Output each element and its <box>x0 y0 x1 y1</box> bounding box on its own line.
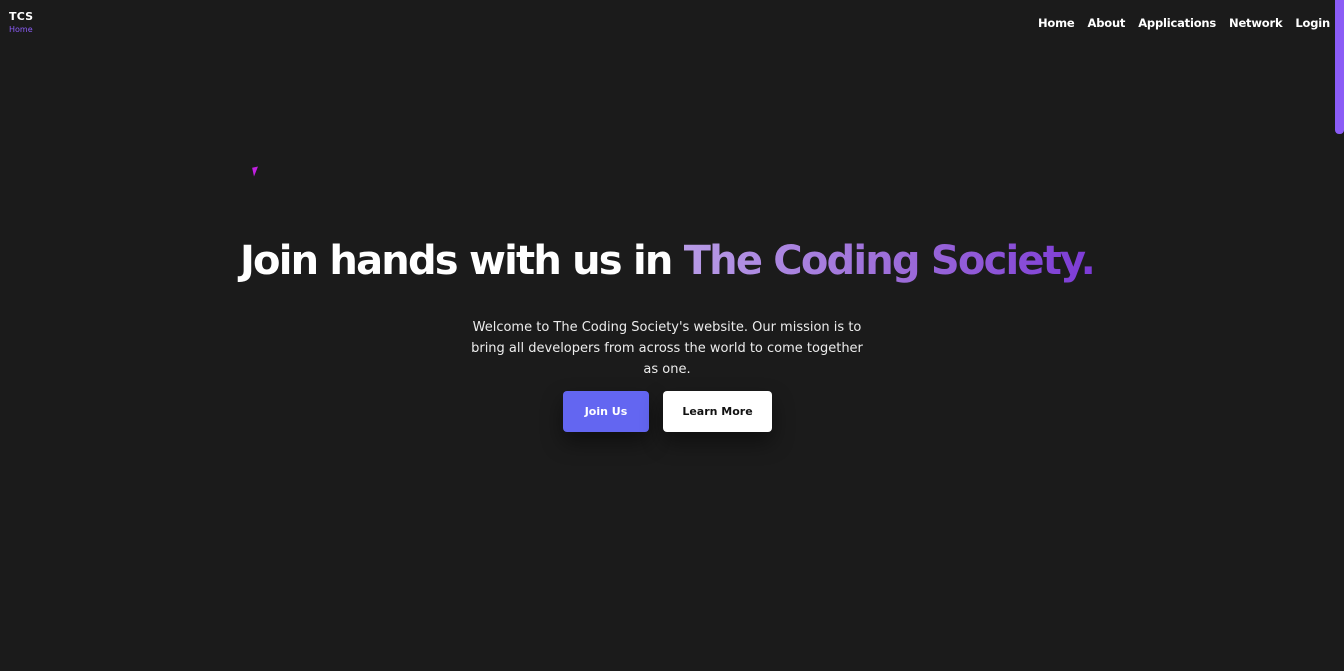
learn-more-button[interactable]: Learn More <box>663 391 772 432</box>
brand-logo[interactable]: TCS Home <box>9 11 33 34</box>
hero-title-accent: The Coding Society. <box>683 238 1096 284</box>
hero-description: Welcome to The Coding Society's website.… <box>471 320 863 377</box>
nav-item-login[interactable]: Login <box>1295 16 1330 30</box>
nav-item-applications[interactable]: Applications <box>1138 16 1216 30</box>
nav-item-home[interactable]: Home <box>1038 16 1075 30</box>
top-nav: Home About Applications Network Login <box>1038 16 1330 30</box>
nav-item-network[interactable]: Network <box>1229 16 1283 30</box>
brand-subtitle: Home <box>9 25 33 34</box>
brand-name: TCS <box>9 10 34 23</box>
hero-title-prefix: Join hands with us in <box>239 238 684 284</box>
page: TCS Home Home About Applications Network… <box>0 0 1344 671</box>
nav-item-about[interactable]: About <box>1088 16 1126 30</box>
join-us-button[interactable]: Join Us <box>563 391 649 432</box>
hero-title: Join hands with us in The Coding Society… <box>0 238 1334 284</box>
mouse-cursor-icon <box>252 166 260 177</box>
scrollbar-thumb[interactable] <box>1335 0 1344 134</box>
scrollbar[interactable] <box>1335 0 1344 671</box>
